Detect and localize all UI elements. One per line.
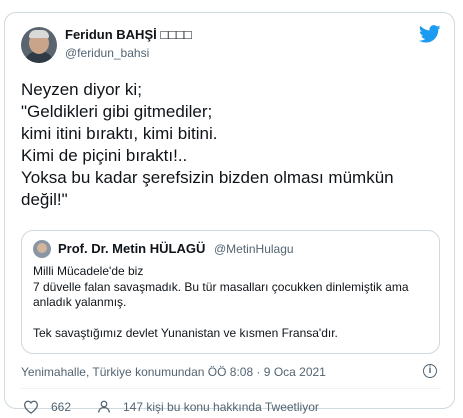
- quoted-tweet[interactable]: Prof. Dr. Metin HÜLAGÜ @MetinHulagu Mill…: [21, 230, 440, 354]
- author-handle[interactable]: @feridun_bahsi: [65, 46, 149, 60]
- conversation-link[interactable]: 147 kişi bu konu hakkında Tweetliyor: [123, 400, 319, 414]
- quoted-avatar-face: [37, 243, 47, 253]
- tweet-location-time[interactable]: Yenimahalle, Türkiye konumundan ÖÖ 8:08 …: [21, 365, 326, 379]
- divider: [21, 388, 441, 389]
- tweet-card[interactable]: Feridun BAHŞİ □□□□ @feridun_bahsi Neyzen…: [4, 12, 455, 414]
- quoted-author-avatar[interactable]: [33, 240, 51, 258]
- twitter-bird-icon[interactable]: [419, 25, 441, 43]
- author-name[interactable]: Feridun BAHŞİ □□□□: [65, 27, 192, 42]
- person-icon[interactable]: [96, 399, 112, 414]
- like-count[interactable]: 662: [51, 400, 71, 414]
- info-icon[interactable]: i: [423, 364, 437, 378]
- author-avatar[interactable]: [21, 27, 57, 63]
- quoted-tweet-text: Milli Mücadele'de biz 7 düvelle falan sa…: [33, 264, 409, 340]
- tweet-text: Neyzen diyor ki; "Geldikleri gibi gitmed…: [21, 80, 394, 209]
- heart-icon[interactable]: [23, 400, 39, 414]
- quoted-author-handle: @MetinHulagu: [214, 242, 294, 256]
- quoted-author-name: Prof. Dr. Metin HÜLAGÜ: [58, 241, 206, 256]
- avatar-hair: [29, 30, 49, 38]
